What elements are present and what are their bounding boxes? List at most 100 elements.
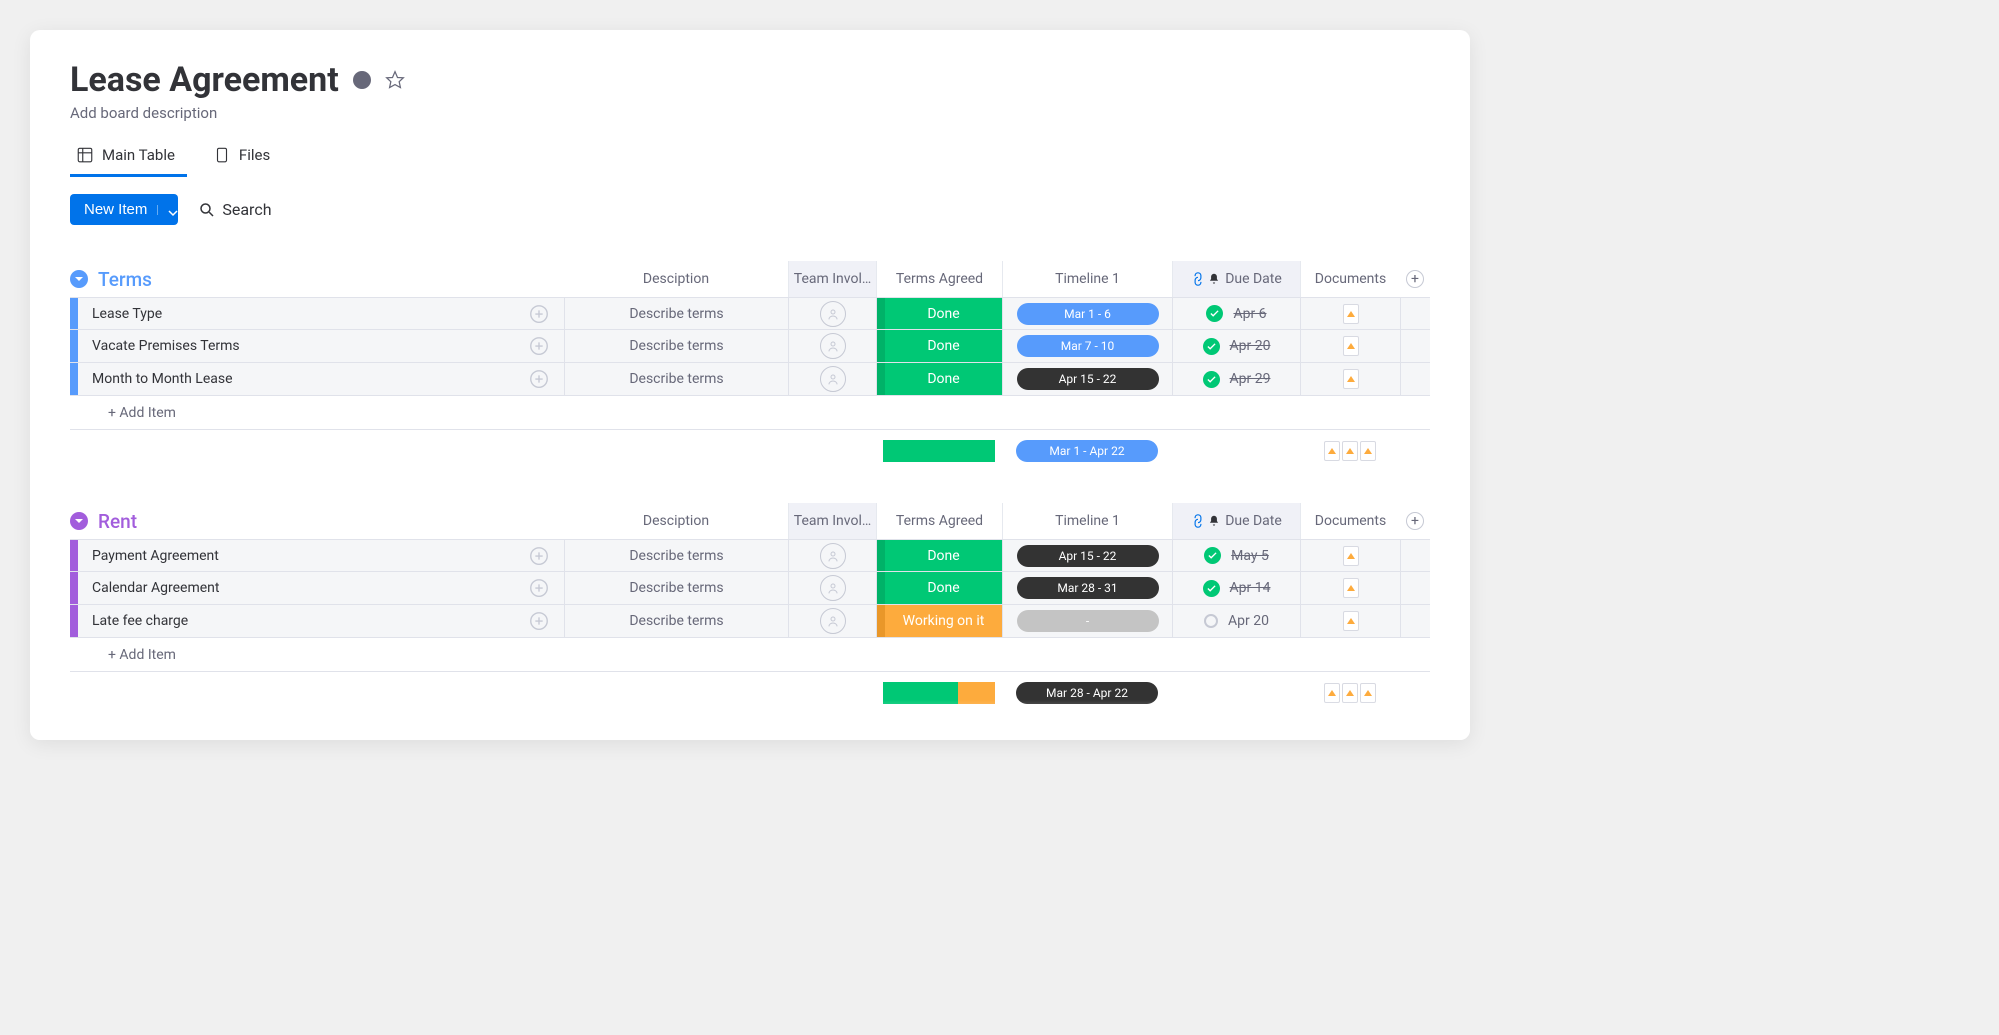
tab-main-table[interactable]: Main Table: [70, 140, 187, 177]
due-date-cell[interactable]: May 5: [1172, 540, 1300, 571]
documents-cell[interactable]: [1300, 572, 1400, 604]
col-terms-agreed[interactable]: Terms Agreed: [876, 503, 1002, 539]
table-row[interactable]: Vacate Premises Terms Describe terms Don…: [70, 330, 1430, 363]
document-icon[interactable]: [1343, 336, 1359, 356]
documents-cell[interactable]: [1300, 540, 1400, 571]
description-cell[interactable]: Describe terms: [564, 540, 788, 571]
documents-cell[interactable]: [1300, 605, 1400, 637]
col-due-date[interactable]: Due Date: [1172, 261, 1300, 297]
col-timeline[interactable]: Timeline 1: [1002, 503, 1172, 539]
document-icon[interactable]: [1343, 578, 1359, 598]
open-chat-button[interactable]: [528, 610, 550, 632]
description-cell[interactable]: Describe terms: [564, 330, 788, 362]
group-name[interactable]: Rent: [98, 510, 137, 533]
team-cell[interactable]: [788, 363, 876, 395]
view-tabs: Main Table Files: [70, 140, 1430, 178]
add-column-icon[interactable]: +: [1406, 512, 1424, 530]
due-date-cell[interactable]: Apr 29: [1172, 363, 1300, 395]
document-icon[interactable]: [1360, 441, 1376, 461]
chevron-down-icon: [74, 274, 84, 284]
timeline-cell[interactable]: -: [1002, 605, 1172, 637]
timeline-cell[interactable]: Mar 1 - 6: [1002, 298, 1172, 329]
due-date-cell[interactable]: Apr 20: [1172, 330, 1300, 362]
timeline-cell[interactable]: Mar 7 - 10: [1002, 330, 1172, 362]
search-button[interactable]: Search: [198, 200, 271, 219]
item-name-cell[interactable]: Lease Type: [78, 298, 564, 329]
row-accent: [70, 540, 78, 571]
table-row[interactable]: Lease Type Describe terms Done Mar 1 - 6…: [70, 297, 1430, 330]
open-chat-button[interactable]: [528, 545, 550, 567]
open-chat-button[interactable]: [528, 368, 550, 390]
add-item-button[interactable]: + Add Item: [78, 405, 176, 421]
documents-cell[interactable]: [1300, 330, 1400, 362]
col-due-date[interactable]: Due Date: [1172, 503, 1300, 539]
open-chat-button[interactable]: [528, 335, 550, 357]
description-cell[interactable]: Describe terms: [564, 298, 788, 329]
document-icon[interactable]: [1343, 611, 1359, 631]
add-column-button[interactable]: +: [1400, 261, 1430, 297]
team-cell[interactable]: [788, 330, 876, 362]
item-name-cell[interactable]: Calendar Agreement: [78, 572, 564, 604]
col-documents[interactable]: Documents: [1300, 503, 1400, 539]
add-column-button[interactable]: +: [1400, 503, 1430, 539]
document-icon[interactable]: [1324, 683, 1340, 703]
document-icon[interactable]: [1342, 683, 1358, 703]
document-icon[interactable]: [1324, 441, 1340, 461]
team-cell[interactable]: [788, 572, 876, 604]
description-cell[interactable]: Describe terms: [564, 572, 788, 604]
document-icon[interactable]: [1343, 546, 1359, 566]
document-icon[interactable]: [1360, 683, 1376, 703]
group-name[interactable]: Terms: [98, 268, 152, 291]
collapse-toggle[interactable]: [70, 270, 88, 288]
document-icon[interactable]: [1343, 304, 1359, 324]
status-cell[interactable]: Working on it: [876, 605, 1002, 637]
document-icon[interactable]: [1342, 441, 1358, 461]
team-cell[interactable]: [788, 298, 876, 329]
table-row[interactable]: Month to Month Lease Describe terms Done…: [70, 363, 1430, 396]
timeline-cell[interactable]: Mar 28 - 31: [1002, 572, 1172, 604]
collapse-toggle[interactable]: [70, 512, 88, 530]
due-date-cell[interactable]: Apr 6: [1172, 298, 1300, 329]
due-date-cell[interactable]: Apr 14: [1172, 572, 1300, 604]
table-row[interactable]: Payment Agreement Describe terms Done Ap…: [70, 539, 1430, 572]
documents-cell[interactable]: [1300, 363, 1400, 395]
col-team-involved[interactable]: Team Invol…: [788, 261, 876, 297]
description-cell[interactable]: Describe terms: [564, 605, 788, 637]
open-chat-button[interactable]: [528, 303, 550, 325]
col-team-involved[interactable]: Team Invol…: [788, 503, 876, 539]
board-description-placeholder[interactable]: Add board description: [70, 104, 1430, 122]
timeline-cell[interactable]: Apr 15 - 22: [1002, 540, 1172, 571]
col-documents[interactable]: Documents: [1300, 261, 1400, 297]
item-name-cell[interactable]: Vacate Premises Terms: [78, 330, 564, 362]
documents-cell[interactable]: [1300, 298, 1400, 329]
item-name-cell[interactable]: Late fee charge: [78, 605, 564, 637]
new-item-button[interactable]: New Item: [70, 194, 178, 225]
description-cell[interactable]: Describe terms: [564, 363, 788, 395]
table-row[interactable]: Late fee charge Describe terms Working o…: [70, 605, 1430, 638]
star-icon[interactable]: [385, 70, 405, 90]
status-cell[interactable]: Done: [876, 363, 1002, 395]
status-cell[interactable]: Done: [876, 572, 1002, 604]
status-cell[interactable]: Done: [876, 330, 1002, 362]
document-icon[interactable]: [1343, 369, 1359, 389]
open-chat-button[interactable]: [528, 577, 550, 599]
add-column-icon[interactable]: +: [1406, 270, 1424, 288]
col-description[interactable]: Desciption: [564, 503, 788, 539]
team-cell[interactable]: [788, 605, 876, 637]
board-toolbar: New Item Search: [70, 194, 1430, 225]
info-icon[interactable]: [353, 71, 371, 89]
tab-files[interactable]: Files: [207, 140, 282, 177]
due-date-cell[interactable]: Apr 20: [1172, 605, 1300, 637]
col-terms-agreed[interactable]: Terms Agreed: [876, 261, 1002, 297]
col-timeline[interactable]: Timeline 1: [1002, 261, 1172, 297]
table-row[interactable]: Calendar Agreement Describe terms Done M…: [70, 572, 1430, 605]
status-cell[interactable]: Done: [876, 540, 1002, 571]
team-cell[interactable]: [788, 540, 876, 571]
add-item-button[interactable]: + Add Item: [78, 647, 176, 663]
item-name-cell[interactable]: Month to Month Lease: [78, 363, 564, 395]
col-description[interactable]: Desciption: [564, 261, 788, 297]
status-cell[interactable]: Done: [876, 298, 1002, 329]
timeline-cell[interactable]: Apr 15 - 22: [1002, 363, 1172, 395]
chevron-down-icon: [157, 205, 168, 215]
item-name-cell[interactable]: Payment Agreement: [78, 540, 564, 571]
